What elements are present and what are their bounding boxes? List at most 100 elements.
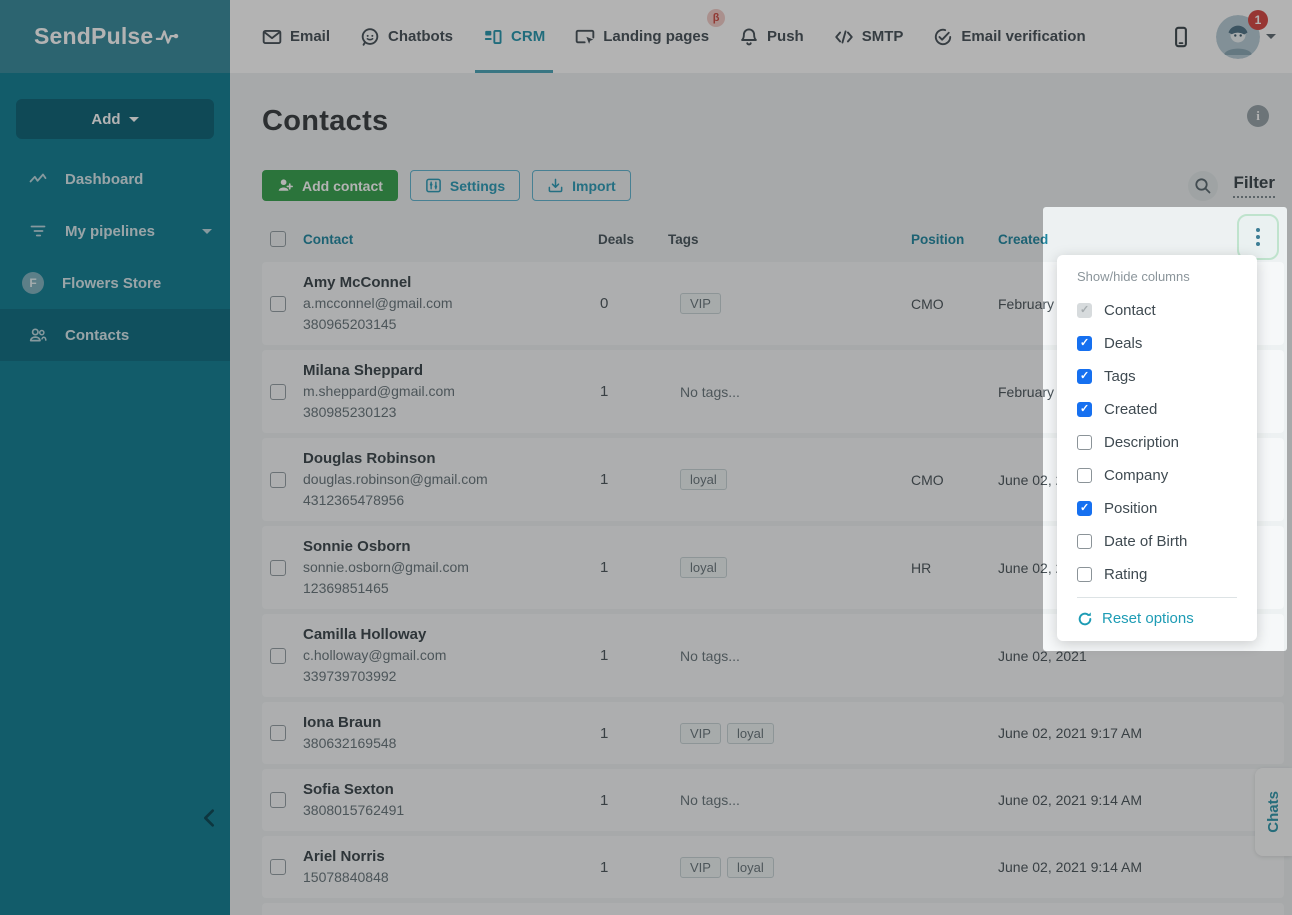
top-nav-item-email-verification[interactable]: Email verification — [933, 0, 1086, 73]
contact-phone: 380985230123 — [303, 404, 397, 420]
column-header-tags: Tags — [668, 231, 699, 247]
reset-options-link[interactable]: Reset options — [1057, 598, 1257, 641]
option-label: Tags — [1104, 367, 1136, 385]
option-checkbox[interactable] — [1077, 335, 1092, 351]
top-nav-item-chatbots[interactable]: Chatbots — [360, 0, 453, 73]
row-checkbox[interactable] — [270, 859, 286, 875]
contact-phone: 15078840848 — [303, 869, 389, 885]
settings-button[interactable]: Settings — [409, 170, 521, 201]
column-options-button[interactable] — [1237, 214, 1279, 260]
sidebar: SendPulse Add Dashboard My pipelines F Flow… — [0, 0, 230, 915]
top-nav-items: Email Chatbots CRM Landing pages β Push SMTP Em… — [230, 0, 1086, 73]
option-label: Company — [1104, 466, 1169, 484]
option-checkbox[interactable] — [1077, 467, 1092, 483]
column-header-position[interactable]: Position — [911, 232, 998, 247]
row-checkbox[interactable] — [270, 792, 286, 808]
row-checkbox[interactable] — [270, 559, 286, 576]
option-checkbox[interactable] — [1077, 368, 1092, 384]
sidebar-item-dashboard[interactable]: Dashboard — [0, 153, 230, 205]
add-button[interactable]: Add — [16, 99, 214, 139]
top-nav-label: Email verification — [961, 28, 1086, 45]
contact-name: Sofia Sexton — [303, 781, 394, 798]
account-menu[interactable]: 1 — [1216, 9, 1276, 59]
search-button[interactable] — [1188, 170, 1219, 201]
option-checkbox[interactable] — [1077, 566, 1092, 582]
contact-email: sonnie.osborn@gmail.com — [303, 559, 469, 575]
sidebar-item-label: Contacts — [65, 326, 130, 344]
option-checkbox[interactable] — [1077, 533, 1092, 549]
option-checkbox[interactable] — [1077, 401, 1092, 417]
sendpulse-logo[interactable]: SendPulse — [34, 23, 183, 50]
filter-link[interactable]: Filter — [1233, 173, 1275, 198]
tags-cell: No tags... — [668, 384, 911, 400]
option-checkbox — [1077, 302, 1092, 318]
tag-chip: loyal — [680, 557, 727, 578]
contact-row[interactable]: Marlene Mathieumarlene.mathieu@gmail.com… — [262, 903, 1284, 915]
settings-label: Settings — [449, 177, 506, 194]
top-nav-item-crm[interactable]: CRM — [475, 0, 554, 73]
email-icon — [262, 27, 282, 47]
deals-count: 1 — [600, 471, 609, 488]
sidebar-item-flowers-store[interactable]: F Flowers Store — [0, 257, 230, 309]
top-nav-label: CRM — [511, 28, 546, 45]
email-verification-icon — [933, 27, 953, 47]
option-checkbox[interactable] — [1077, 500, 1092, 516]
pipelines-icon — [28, 222, 48, 240]
top-nav-label: SMTP — [861, 28, 904, 45]
created-value: June 02, 2021 9:17 AM — [998, 725, 1142, 741]
top-nav-label: Email — [290, 28, 331, 45]
kebab-icon — [1256, 228, 1260, 246]
option-label: Deals — [1104, 334, 1143, 352]
sidebar-item-contacts[interactable]: Contacts — [0, 309, 230, 361]
column-header-deals: Deals — [598, 231, 635, 247]
sidebar-nav: Dashboard My pipelines F Flowers Store Conta… — [0, 153, 230, 361]
column-option-deals: Deals — [1057, 333, 1257, 353]
add-button-label: Add — [91, 110, 121, 128]
pipeline-avatar: F — [22, 272, 44, 294]
sidebar-item-my-pipelines[interactable]: My pipelines — [0, 205, 230, 257]
column-option-created: Created — [1057, 399, 1257, 419]
column-option-rating: Rating — [1057, 564, 1257, 584]
option-checkbox[interactable] — [1077, 434, 1092, 450]
contact-email: m.sheppard@gmail.com — [303, 383, 455, 399]
top-nav-item-email[interactable]: Email — [262, 0, 330, 73]
top-nav-item-push[interactable]: Push — [739, 0, 804, 73]
row-checkbox[interactable] — [270, 471, 286, 488]
import-button[interactable]: Import — [532, 170, 631, 201]
top-nav-label: Push — [767, 28, 804, 45]
top-nav-item-smtp[interactable]: SMTP — [834, 0, 904, 73]
info-icon[interactable]: i — [1247, 105, 1269, 127]
deals-count: 0 — [600, 295, 609, 312]
row-checkbox[interactable] — [270, 647, 286, 664]
deals-count: 1 — [600, 383, 609, 400]
crm-icon — [483, 27, 503, 47]
column-option-description: Description — [1057, 432, 1257, 452]
sliders-icon — [425, 177, 442, 194]
reset-icon — [1077, 611, 1093, 627]
contacts-icon — [28, 326, 48, 344]
mobile-app-icon[interactable] — [1170, 25, 1192, 49]
row-checkbox[interactable] — [270, 383, 286, 400]
row-checkbox[interactable] — [270, 295, 286, 312]
contact-row[interactable]: Sofia Sexton 3808015762491 1 No tags... June… — [262, 769, 1284, 831]
select-all-checkbox[interactable] — [270, 231, 286, 247]
tag-chip: loyal — [726, 722, 774, 744]
tags-cell: No tags... — [668, 648, 911, 664]
column-option-contact: Contact — [1057, 300, 1257, 320]
row-checkbox[interactable] — [270, 725, 286, 741]
contact-row[interactable]: Iona Braun 380632169548 1 VIP loyal June 02, … — [262, 702, 1284, 764]
collapse-sidebar-chevron[interactable] — [198, 806, 224, 832]
dashboard-icon — [28, 170, 48, 188]
created-value: June 02, 2021 9:14 AM — [998, 859, 1142, 875]
contact-name: Camilla Holloway — [303, 626, 427, 643]
notification-badge: 1 — [1248, 9, 1268, 30]
add-contact-button[interactable]: Add contact — [262, 170, 398, 201]
option-label: Rating — [1104, 565, 1148, 583]
top-nav-item-landing-pages[interactable]: Landing pages β — [575, 0, 726, 73]
contact-email: a.mcconnel@gmail.com — [303, 295, 453, 311]
column-header-contact[interactable]: Contact — [303, 232, 598, 247]
tag-chip: VIP — [680, 722, 721, 744]
contact-row[interactable]: Ariel Norris 15078840848 1 VIP loyal June 02,… — [262, 836, 1284, 898]
contact-cell: Iona Braun 380632169548 — [303, 712, 598, 754]
chats-tab[interactable]: Chats — [1255, 768, 1292, 856]
